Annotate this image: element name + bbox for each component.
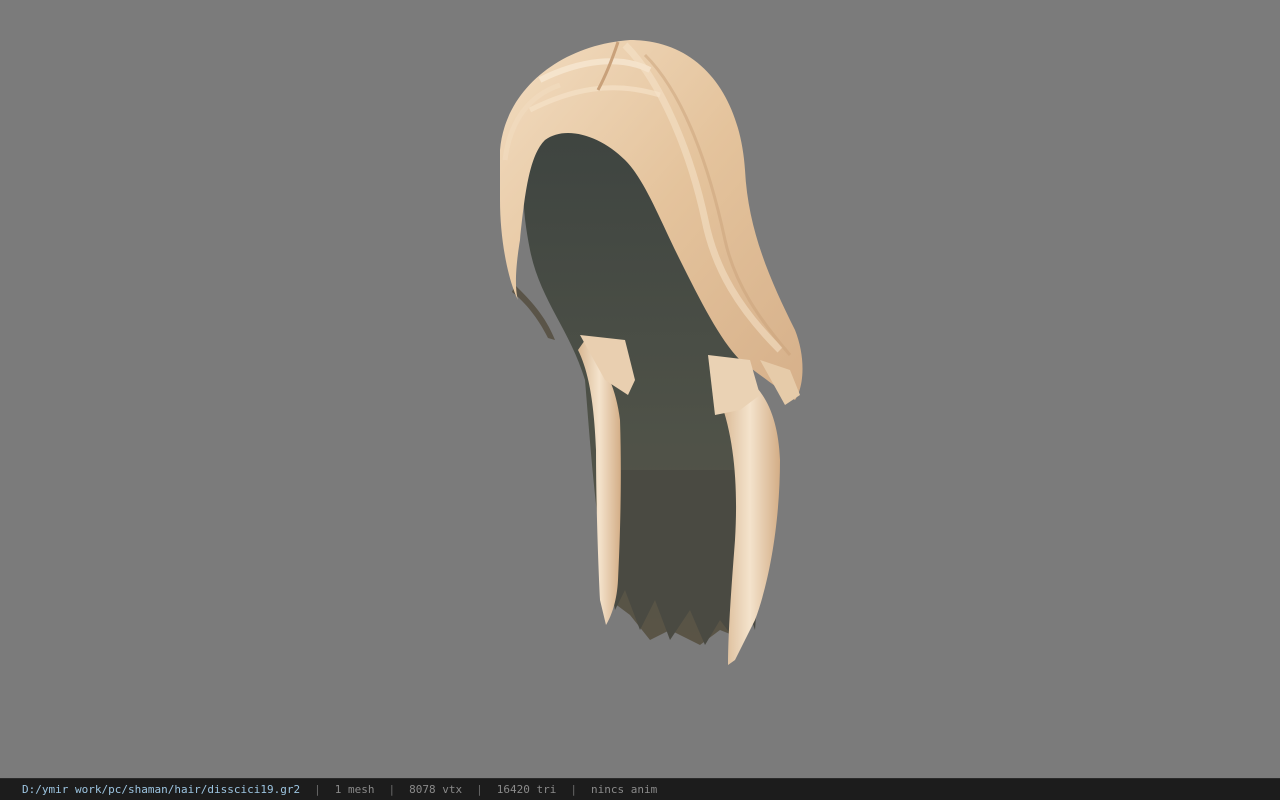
vertex-count: 8078 vtx [409, 783, 463, 796]
triangle-count: 16420 tri [496, 783, 557, 796]
separator: | [388, 783, 396, 796]
status-bar: D:/ymir work/pc/shaman/hair/disscici19.g… [0, 778, 1280, 800]
mesh-count: 1 mesh [334, 783, 375, 796]
hair-model [500, 40, 803, 665]
file-path: D:/ymir work/pc/shaman/hair/disscici19.g… [22, 783, 301, 796]
separator: | [314, 783, 321, 796]
animation-status: nincs anim [591, 783, 658, 796]
3d-viewport[interactable] [0, 0, 1280, 778]
separator: | [476, 783, 483, 796]
separator: | [570, 783, 577, 796]
